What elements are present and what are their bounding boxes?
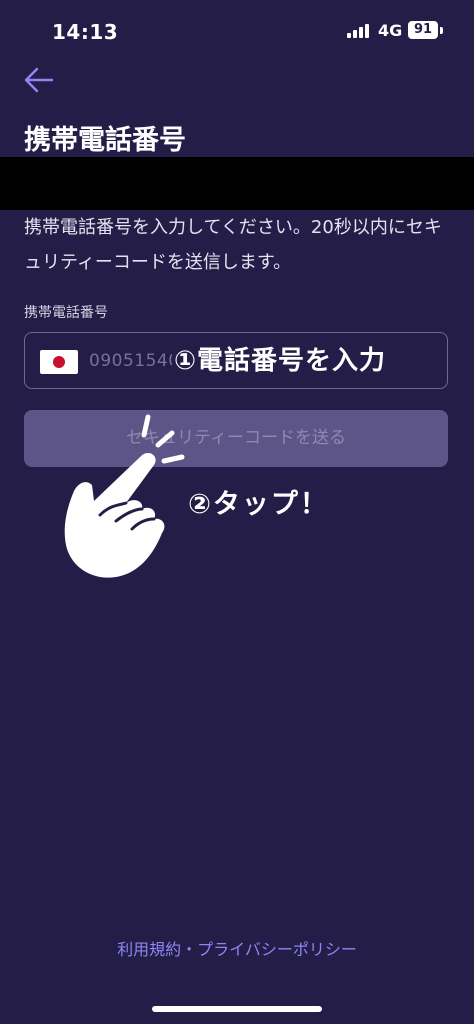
phone-field-label: 携帯電話番号: [24, 305, 108, 321]
battery-nub: [440, 27, 443, 34]
annotation-step1: ①電話番号を入力: [172, 339, 389, 383]
terms-privacy-link[interactable]: 利用規約・プライバシーポリシー: [0, 936, 474, 960]
battery-icon: 91: [408, 21, 438, 39]
status-time: 14:13: [52, 20, 119, 44]
status-bar: 14:13 4G 91: [0, 0, 474, 60]
home-indicator[interactable]: [152, 1006, 322, 1012]
pointing-hand-icon: [64, 414, 185, 578]
annotation-step2: ②タップ！: [188, 489, 329, 520]
network-type: 4G: [378, 21, 403, 40]
instruction-text: 携帯電話番号を入力してください。20秒以内にセキュリティーコードを送信します。: [24, 217, 442, 273]
battery-level: 91: [413, 22, 433, 37]
arrow-left-icon[interactable]: [22, 64, 58, 96]
page-title: 携帯電話番号: [24, 125, 186, 156]
phone-number-value[interactable]: 09051540: [89, 351, 180, 371]
japan-flag-icon[interactable]: [40, 350, 78, 374]
redaction-bar: [0, 157, 474, 210]
cellular-signal-icon: [347, 24, 373, 38]
